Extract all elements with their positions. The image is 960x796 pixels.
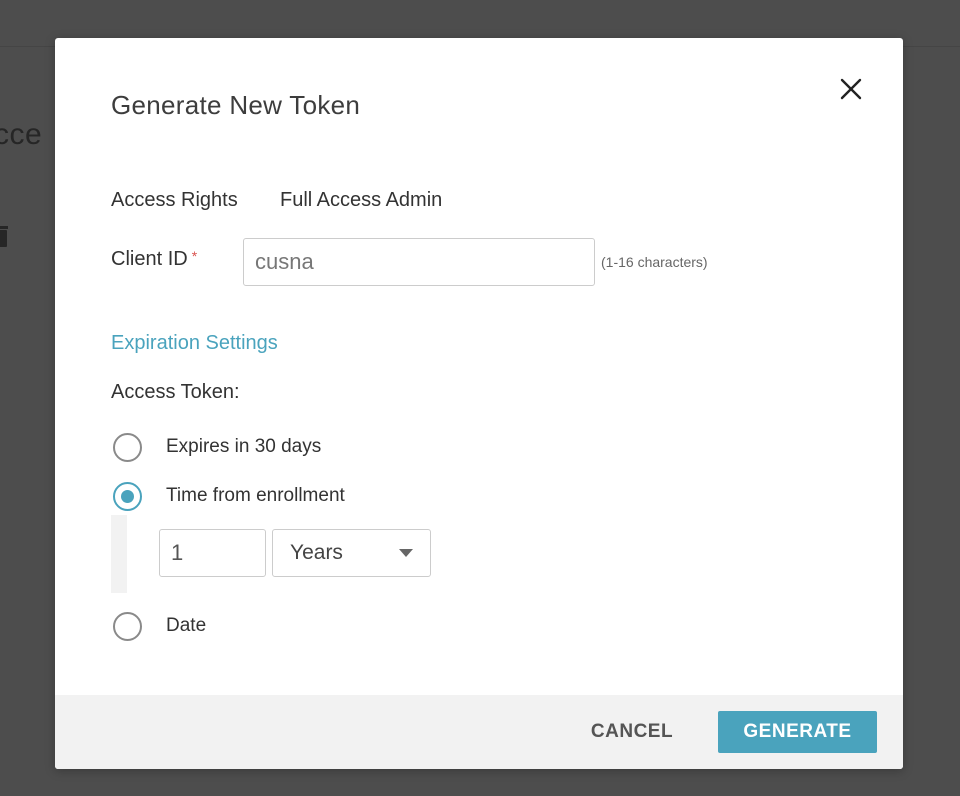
- client-id-label: Client ID *: [111, 248, 197, 271]
- radio-label: Expires in 30 days: [166, 436, 322, 457]
- access-token-label: Access Token:: [111, 381, 240, 403]
- generate-button[interactable]: GENERATE: [718, 711, 877, 753]
- caret-down-icon: [399, 549, 413, 557]
- radio-label: Time from enrollment: [166, 485, 345, 506]
- radio-label: Date: [166, 615, 207, 636]
- client-id-label-text: Client ID: [111, 248, 188, 270]
- generate-token-dialog: Generate New Token Access Rights Full Ac…: [55, 38, 903, 769]
- radio-expires-30-days[interactable]: Expires in 30 days: [113, 431, 321, 463]
- duration-amount-input[interactable]: [159, 529, 266, 577]
- radio-button[interactable]: [113, 432, 142, 462]
- expiration-settings-heading: Expiration Settings: [111, 332, 278, 354]
- client-id-input[interactable]: [243, 238, 595, 286]
- duration-unit-select[interactable]: Years: [272, 529, 431, 577]
- radio-button[interactable]: [113, 611, 142, 641]
- cancel-button[interactable]: CANCEL: [577, 711, 687, 753]
- trash-icon: [0, 226, 8, 247]
- radio-date[interactable]: Date: [113, 610, 206, 642]
- access-rights-value: Full Access Admin: [280, 189, 443, 211]
- access-rights-label: Access Rights: [111, 189, 238, 211]
- option-indent-bar: [111, 515, 127, 593]
- client-id-hint: (1-16 characters): [601, 254, 708, 270]
- radio-button-selected[interactable]: [113, 481, 142, 511]
- dialog-footer: CANCEL GENERATE: [55, 695, 903, 769]
- background-page-title: cce: [0, 118, 43, 151]
- duration-unit-value: Years: [290, 541, 343, 564]
- required-marker: *: [191, 248, 198, 264]
- dialog-title: Generate New Token: [111, 90, 361, 120]
- close-icon[interactable]: [837, 75, 865, 103]
- radio-time-from-enrollment[interactable]: Time from enrollment: [113, 480, 345, 512]
